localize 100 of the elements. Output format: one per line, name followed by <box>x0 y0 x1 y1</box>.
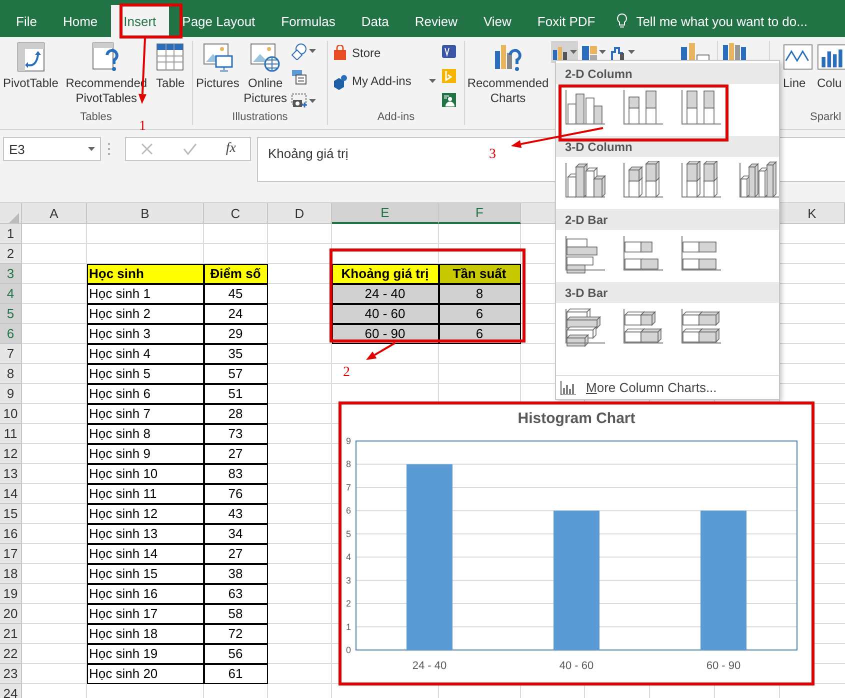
ribbon-tab[interactable]: File <box>3 5 50 37</box>
row-header[interactable]: 20 <box>0 604 22 624</box>
ribbon-tab[interactable]: Formulas <box>268 5 348 37</box>
table-cell: 61 <box>204 664 268 684</box>
table-cell: 56 <box>204 644 268 664</box>
row-header[interactable]: 9 <box>0 384 22 404</box>
name-box[interactable]: E3 <box>3 137 101 161</box>
row-header[interactable]: 23 <box>0 664 22 684</box>
table-cell: Học sinh 11 <box>87 484 204 504</box>
axis-tick-label: 6 <box>346 506 352 516</box>
ribbon-icon-button[interactable] <box>290 41 318 62</box>
tell-me-field[interactable]: Tell me what you want to do... <box>634 12 845 30</box>
ribbon-tab[interactable]: View <box>470 5 524 37</box>
shopping-bag-icon <box>332 44 348 62</box>
row-header[interactable]: 4 <box>0 284 22 304</box>
row-header[interactable]: 10 <box>0 404 22 424</box>
axis-tick-label: 3 <box>346 575 352 586</box>
table-cell: 24 <box>204 304 268 324</box>
column-header[interactable]: D <box>268 203 332 224</box>
table-cell: 83 <box>204 464 268 484</box>
ribbon-tab[interactable]: Page Layout <box>169 5 268 37</box>
ribbon-button[interactable]: Table <box>153 41 188 91</box>
row-header[interactable]: 24 <box>0 684 22 698</box>
column-header[interactable]: A <box>22 203 87 224</box>
caret-icon <box>570 50 577 54</box>
ribbon-button[interactable]: My Add-ins <box>330 69 438 93</box>
row-header[interactable]: 5 <box>0 304 22 324</box>
table-icon <box>154 41 186 73</box>
table-cell: Học sinh 8 <box>87 424 204 444</box>
ribbon-button[interactable]: Line <box>782 41 814 91</box>
table-cell: 29 <box>204 324 268 344</box>
row-header[interactable]: 17 <box>0 544 22 564</box>
row-header[interactable]: 12 <box>0 444 22 464</box>
table-cell: 35 <box>204 344 268 364</box>
row-header[interactable]: 15 <box>0 504 22 524</box>
column-chart[interactable]: Histogram Chart 0 1 2 3 4 5 6 7 8 9 24 - 40 40 - 60 60 - 90 <box>340 403 813 684</box>
table-cell: Học sinh 6 <box>87 384 204 404</box>
caret-icon <box>88 147 95 151</box>
table-cell: 6 <box>439 304 521 324</box>
column-header[interactable]: C <box>204 203 268 224</box>
ribbon-button[interactable]: Online Pictures <box>242 41 288 106</box>
row-header[interactable]: 2 <box>0 244 22 264</box>
caret-icon <box>309 98 316 103</box>
ribbon-tab[interactable]: Home <box>50 5 111 37</box>
table-cell: 57 <box>204 364 268 384</box>
check-icon[interactable] <box>182 142 198 156</box>
row-header[interactable]: 1 <box>0 224 22 244</box>
ribbon-tab[interactable]: Review <box>402 5 470 37</box>
column-chart-icon[interactable] <box>563 161 607 201</box>
bar-chart-icon[interactable] <box>563 307 607 347</box>
table-cell: 24 - 40 <box>332 284 439 304</box>
column-header[interactable]: K <box>780 203 845 224</box>
row-header[interactable]: 3 <box>0 264 22 284</box>
axis-tick-label: 1 <box>346 622 352 632</box>
column-chart-icon <box>560 380 576 394</box>
cube-icon <box>332 72 348 90</box>
row-header[interactable]: 21 <box>0 624 22 644</box>
table-cell: Học sinh 4 <box>87 344 204 364</box>
ribbon-button[interactable]: Pictures <box>195 41 240 91</box>
menu-section-header: 2-D Column <box>556 63 779 84</box>
row-header[interactable]: 16 <box>0 524 22 544</box>
column-chart-icon[interactable] <box>679 161 723 201</box>
table-cell: Học sinh 14 <box>87 544 204 564</box>
insert-function-button[interactable]: fx <box>226 141 236 157</box>
row-header[interactable]: 22 <box>0 644 22 664</box>
ribbon-button[interactable]: Colu <box>816 41 845 91</box>
row-header[interactable]: 7 <box>0 344 22 364</box>
column-header[interactable]: E <box>332 203 439 224</box>
row-header[interactable]: 8 <box>0 364 22 384</box>
row-header[interactable]: 19 <box>0 584 22 604</box>
column-chart-icon[interactable] <box>737 161 781 201</box>
table-cell: Học sinh 7 <box>87 404 204 424</box>
pivot-table-icon <box>14 41 47 73</box>
ribbon-button[interactable]: PivotTable <box>2 41 60 91</box>
table-cell: Học sinh 5 <box>87 364 204 384</box>
row-header[interactable]: 18 <box>0 564 22 584</box>
table-cell: 27 <box>204 544 268 564</box>
ribbon-tab[interactable]: Foxit PDF <box>524 5 608 37</box>
row-header[interactable]: 11 <box>0 424 22 444</box>
table-cell: Học sinh 13 <box>87 524 204 544</box>
table-cell: Học sinh 17 <box>87 604 204 624</box>
column-chart-icon[interactable] <box>621 161 665 201</box>
column-header[interactable]: F <box>439 203 521 224</box>
table-cell: 72 <box>204 624 268 644</box>
table-cell: 73 <box>204 424 268 444</box>
square-icon <box>441 68 458 84</box>
more-charts-item[interactable]: More Column Charts... <box>556 375 779 399</box>
row-header[interactable]: 14 <box>0 484 22 504</box>
ribbon-button[interactable]: Store <box>330 41 438 65</box>
bar-chart-icon[interactable] <box>563 234 607 274</box>
callout-number: 2 <box>343 365 350 380</box>
axis-tick-label: 8 <box>346 459 352 470</box>
row-header[interactable]: 13 <box>0 464 22 484</box>
table-cell: Học sinh 2 <box>87 304 204 324</box>
table-cell: 58 <box>204 604 268 624</box>
ribbon-tab[interactable]: Data <box>348 5 402 37</box>
row-header[interactable]: 6 <box>0 324 22 344</box>
column-header[interactable]: B <box>87 203 204 224</box>
group-label: Illustrations <box>231 111 289 125</box>
ribbon-button[interactable]: Recommended Charts <box>467 41 549 106</box>
